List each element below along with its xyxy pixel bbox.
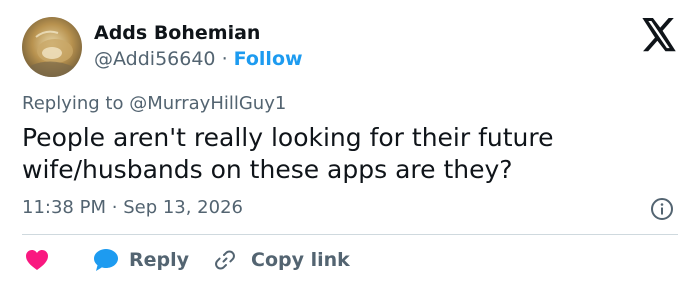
author-handle[interactable]: @Addi56640	[94, 48, 216, 70]
timestamp-separator: ·	[111, 197, 118, 218]
copy-link-label: Copy link	[251, 249, 350, 271]
heart-icon[interactable]	[25, 249, 49, 271]
handle-separator: ·	[221, 48, 228, 70]
tweet-time: 11:38 PM	[22, 197, 106, 218]
author-display-name[interactable]: Adds Bohemian	[94, 22, 260, 44]
reply-button[interactable]: Reply	[93, 247, 189, 273]
replying-to: Replying to @MurrayHillGuy1	[22, 93, 286, 114]
avatar-image	[22, 17, 82, 77]
follow-button[interactable]: Follow	[234, 48, 303, 70]
tweet-text: People aren't really looking for their f…	[22, 123, 554, 184]
avatar[interactable]	[22, 17, 82, 77]
link-icon	[215, 250, 235, 270]
tweet-date: Sep 13, 2026	[123, 197, 243, 218]
info-icon[interactable]	[650, 197, 674, 221]
info-icon-svg	[651, 198, 673, 220]
x-logo-icon[interactable]	[640, 18, 678, 52]
speech-bubble-icon	[94, 249, 118, 271]
replying-prefix: Replying to	[22, 93, 124, 114]
replying-mention[interactable]: @MurrayHillGuy1	[129, 93, 286, 114]
copy-link-button[interactable]: Copy link	[213, 247, 350, 273]
author-handle-row: @Addi56640 · Follow	[94, 48, 303, 70]
reply-label: Reply	[129, 249, 190, 271]
x-logo-svg	[642, 18, 676, 52]
heart-icon-svg	[26, 250, 48, 270]
tweet-timestamp[interactable]: 11:38 PM · Sep 13, 2026	[22, 197, 243, 218]
divider	[22, 234, 678, 235]
